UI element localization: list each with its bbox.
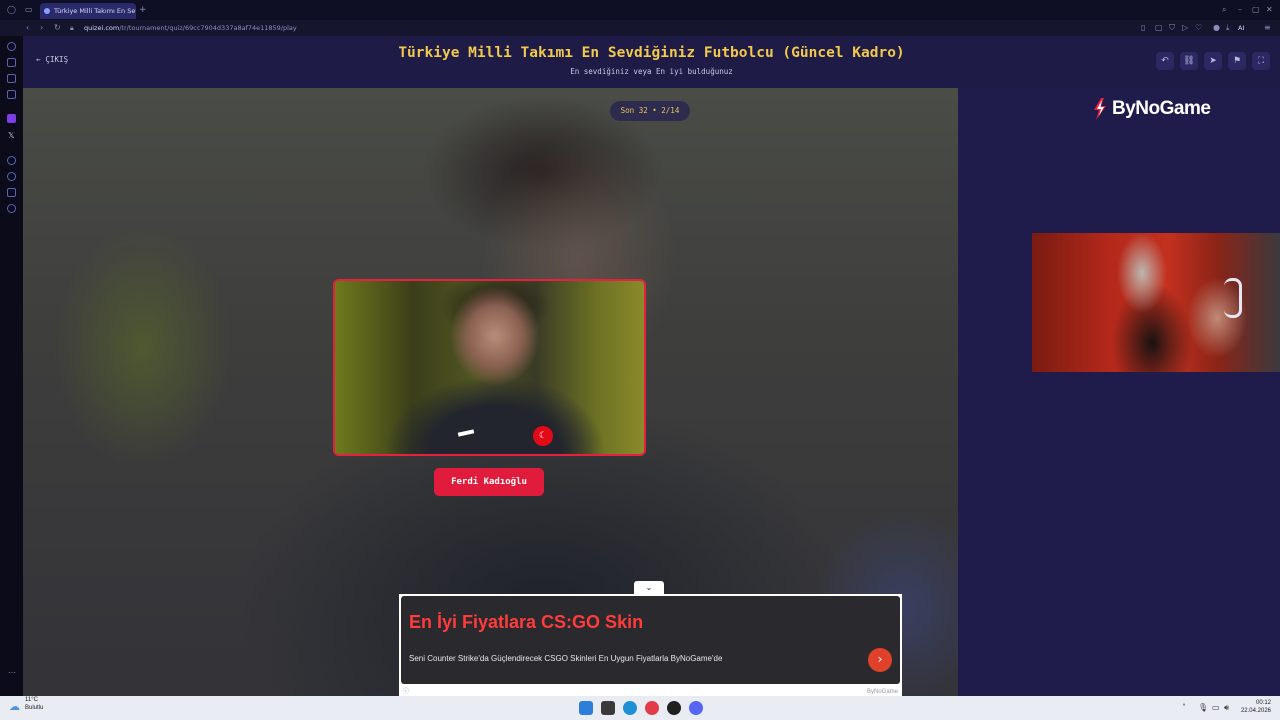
fullscreen-icon: ⛶: [1257, 56, 1265, 66]
tournament-stage: Son 32 • 2/14 ByNoGame ☾ Ferdi Kadıoğlu …: [23, 88, 1280, 696]
lock-icon[interactable]: 🔒︎: [70, 23, 74, 33]
screenshot-icon[interactable]: ▢: [1155, 23, 1163, 33]
url-domain: quizei.com: [84, 24, 120, 32]
fullscreen-button[interactable]: ⛶: [1252, 52, 1270, 70]
player-name-button[interactable]: Ferdi Kadıoğlu: [434, 468, 544, 496]
send-button[interactable]: ➤: [1204, 52, 1222, 70]
share-link-button[interactable]: ⛓: [1180, 52, 1198, 70]
microphone-icon[interactable]: 🎙︎: [1198, 703, 1208, 713]
forward-nav-icon[interactable]: ›: [40, 23, 43, 33]
new-tab-button[interactable]: +: [139, 5, 147, 15]
bynogame-logo-icon: [1094, 98, 1106, 120]
brand-logo[interactable]: ByNoGame: [1091, 98, 1211, 120]
ai-button[interactable]: AI: [1238, 23, 1244, 33]
browser-sidebar: 𝕏 ⋯: [0, 36, 23, 696]
turkey-crest-icon: ☾: [533, 426, 553, 446]
history-icon[interactable]: [7, 156, 16, 165]
undo-icon: ↶: [1161, 56, 1169, 66]
tab-list-icon[interactable]: ▭: [25, 5, 33, 15]
minimize-icon[interactable]: –: [1238, 5, 1242, 15]
chevron-right-icon: ›: [877, 652, 883, 666]
browser-tab-bar: ◯ ▭ Türkiye Milli Takımı En Sev... + ⌕ –…: [0, 0, 1280, 20]
os-taskbar: ☁ 11°C Bulutlu ˄ 🎙︎ ▭ 🔊︎ 00:12 22.04.202…: [0, 696, 1280, 720]
undo-button[interactable]: ↶: [1156, 52, 1174, 70]
ad-banner[interactable]: En İyi Fiyatlara CS:GO Skin Seni Counter…: [399, 594, 902, 696]
bag-icon[interactable]: [7, 188, 16, 197]
bookmark-icon[interactable]: [7, 58, 16, 67]
speed-dial-icon[interactable]: [7, 42, 16, 51]
opera-icon[interactable]: [645, 701, 659, 715]
flag-icon: ⚑: [1232, 56, 1242, 66]
url-field[interactable]: quizei.com/tr/tournament/quiz/69cc7904d3…: [84, 22, 297, 34]
profile-icon[interactable]: ●: [1213, 23, 1220, 33]
brand-name: ByNoGame: [1112, 98, 1211, 119]
nike-logo-icon: [457, 429, 475, 437]
tab-favicon-icon: [44, 8, 50, 14]
page-header: ← ÇIKIŞ Türkiye Milli Takımı En Sevdiğin…: [23, 36, 1280, 88]
play-icon[interactable]: ▷: [1182, 23, 1188, 33]
browser-logo-icon[interactable]: ◯: [7, 5, 16, 15]
network-icon[interactable]: ▭: [1212, 703, 1220, 713]
ad-title: En İyi Fiyatlara CS:GO Skin: [409, 612, 644, 632]
close-icon[interactable]: ✕: [1266, 5, 1273, 15]
chevron-down-icon: ⌄: [645, 583, 653, 592]
send-icon: ➤: [1209, 56, 1217, 66]
address-bar: ‹ › ↻ 🔒︎ quizei.com/tr/tournament/quiz/6…: [0, 20, 1280, 36]
browser-tab-active[interactable]: Türkiye Milli Takımı En Sev...: [40, 3, 136, 19]
page-title: Türkiye Milli Takımı En Sevdiğiniz Futbo…: [398, 45, 905, 61]
more-icon[interactable]: ⋯: [8, 668, 16, 678]
ad-description: Seni Counter Strike'da Güçlendirecek CSG…: [409, 654, 723, 663]
download-icon[interactable]: ⤓: [1226, 23, 1230, 33]
shield-icon[interactable]: ⛉: [1169, 23, 1175, 33]
menu-icon[interactable]: ≡: [1264, 23, 1271, 33]
url-path: /tr/tournament/quiz/69cc7904d337a8af74e1…: [119, 24, 297, 32]
round-badge: Son 32 • 2/14: [610, 101, 690, 121]
twitch-icon[interactable]: [7, 114, 16, 123]
settings-icon[interactable]: [7, 204, 16, 213]
discord-icon[interactable]: [689, 701, 703, 715]
clock-time[interactable]: 00:12: [1245, 699, 1271, 707]
notes-icon[interactable]: [7, 90, 16, 99]
extension-icon[interactable]: ▯: [1141, 23, 1145, 33]
back-nav-icon[interactable]: ‹: [26, 23, 29, 33]
weather-temp: 11°C: [25, 697, 38, 703]
reload-icon[interactable]: ↻: [54, 23, 61, 33]
tray-chevron-up-icon[interactable]: ˄: [1182, 703, 1186, 713]
weather-desc: Bulutlu: [25, 705, 44, 711]
task-view-icon[interactable]: [601, 701, 615, 715]
ad-content: En İyi Fiyatlara CS:GO Skin Seni Counter…: [401, 596, 900, 684]
page-subtitle: En sevdiğiniz veya En iyi bulduğunuz: [570, 67, 733, 76]
share-link-icon: ⛓: [1183, 56, 1195, 66]
windows-start-icon[interactable]: [579, 701, 593, 715]
weather-icon[interactable]: ☁: [9, 701, 20, 712]
clock-icon[interactable]: [7, 172, 16, 181]
maximize-icon[interactable]: ▢: [1252, 5, 1260, 15]
report-button[interactable]: ⚑: [1228, 52, 1246, 70]
volume-icon[interactable]: 🔊︎: [1224, 703, 1229, 713]
heart-icon[interactable]: ♡: [1195, 23, 1202, 33]
ad-collapse-button[interactable]: ⌄: [634, 581, 664, 594]
search-icon[interactable]: ⌕: [1222, 5, 1226, 15]
webcam-overlay: [1032, 233, 1280, 372]
ad-info-icon[interactable]: ⓘ: [403, 686, 409, 695]
clock-date[interactable]: 22.04.2026: [1238, 707, 1271, 715]
player-card[interactable]: ☾: [333, 279, 646, 456]
side-panel: [958, 88, 1280, 696]
store-icon[interactable]: [7, 74, 16, 83]
headphones-icon: [1224, 278, 1242, 318]
x-icon[interactable]: 𝕏: [8, 131, 14, 141]
tab-title: Türkiye Milli Takımı En Sev...: [54, 7, 136, 15]
ad-footer: ByNoGame: [866, 689, 898, 695]
edge-icon[interactable]: [623, 701, 637, 715]
ad-go-button[interactable]: ›: [868, 648, 892, 672]
obs-icon[interactable]: [667, 701, 681, 715]
